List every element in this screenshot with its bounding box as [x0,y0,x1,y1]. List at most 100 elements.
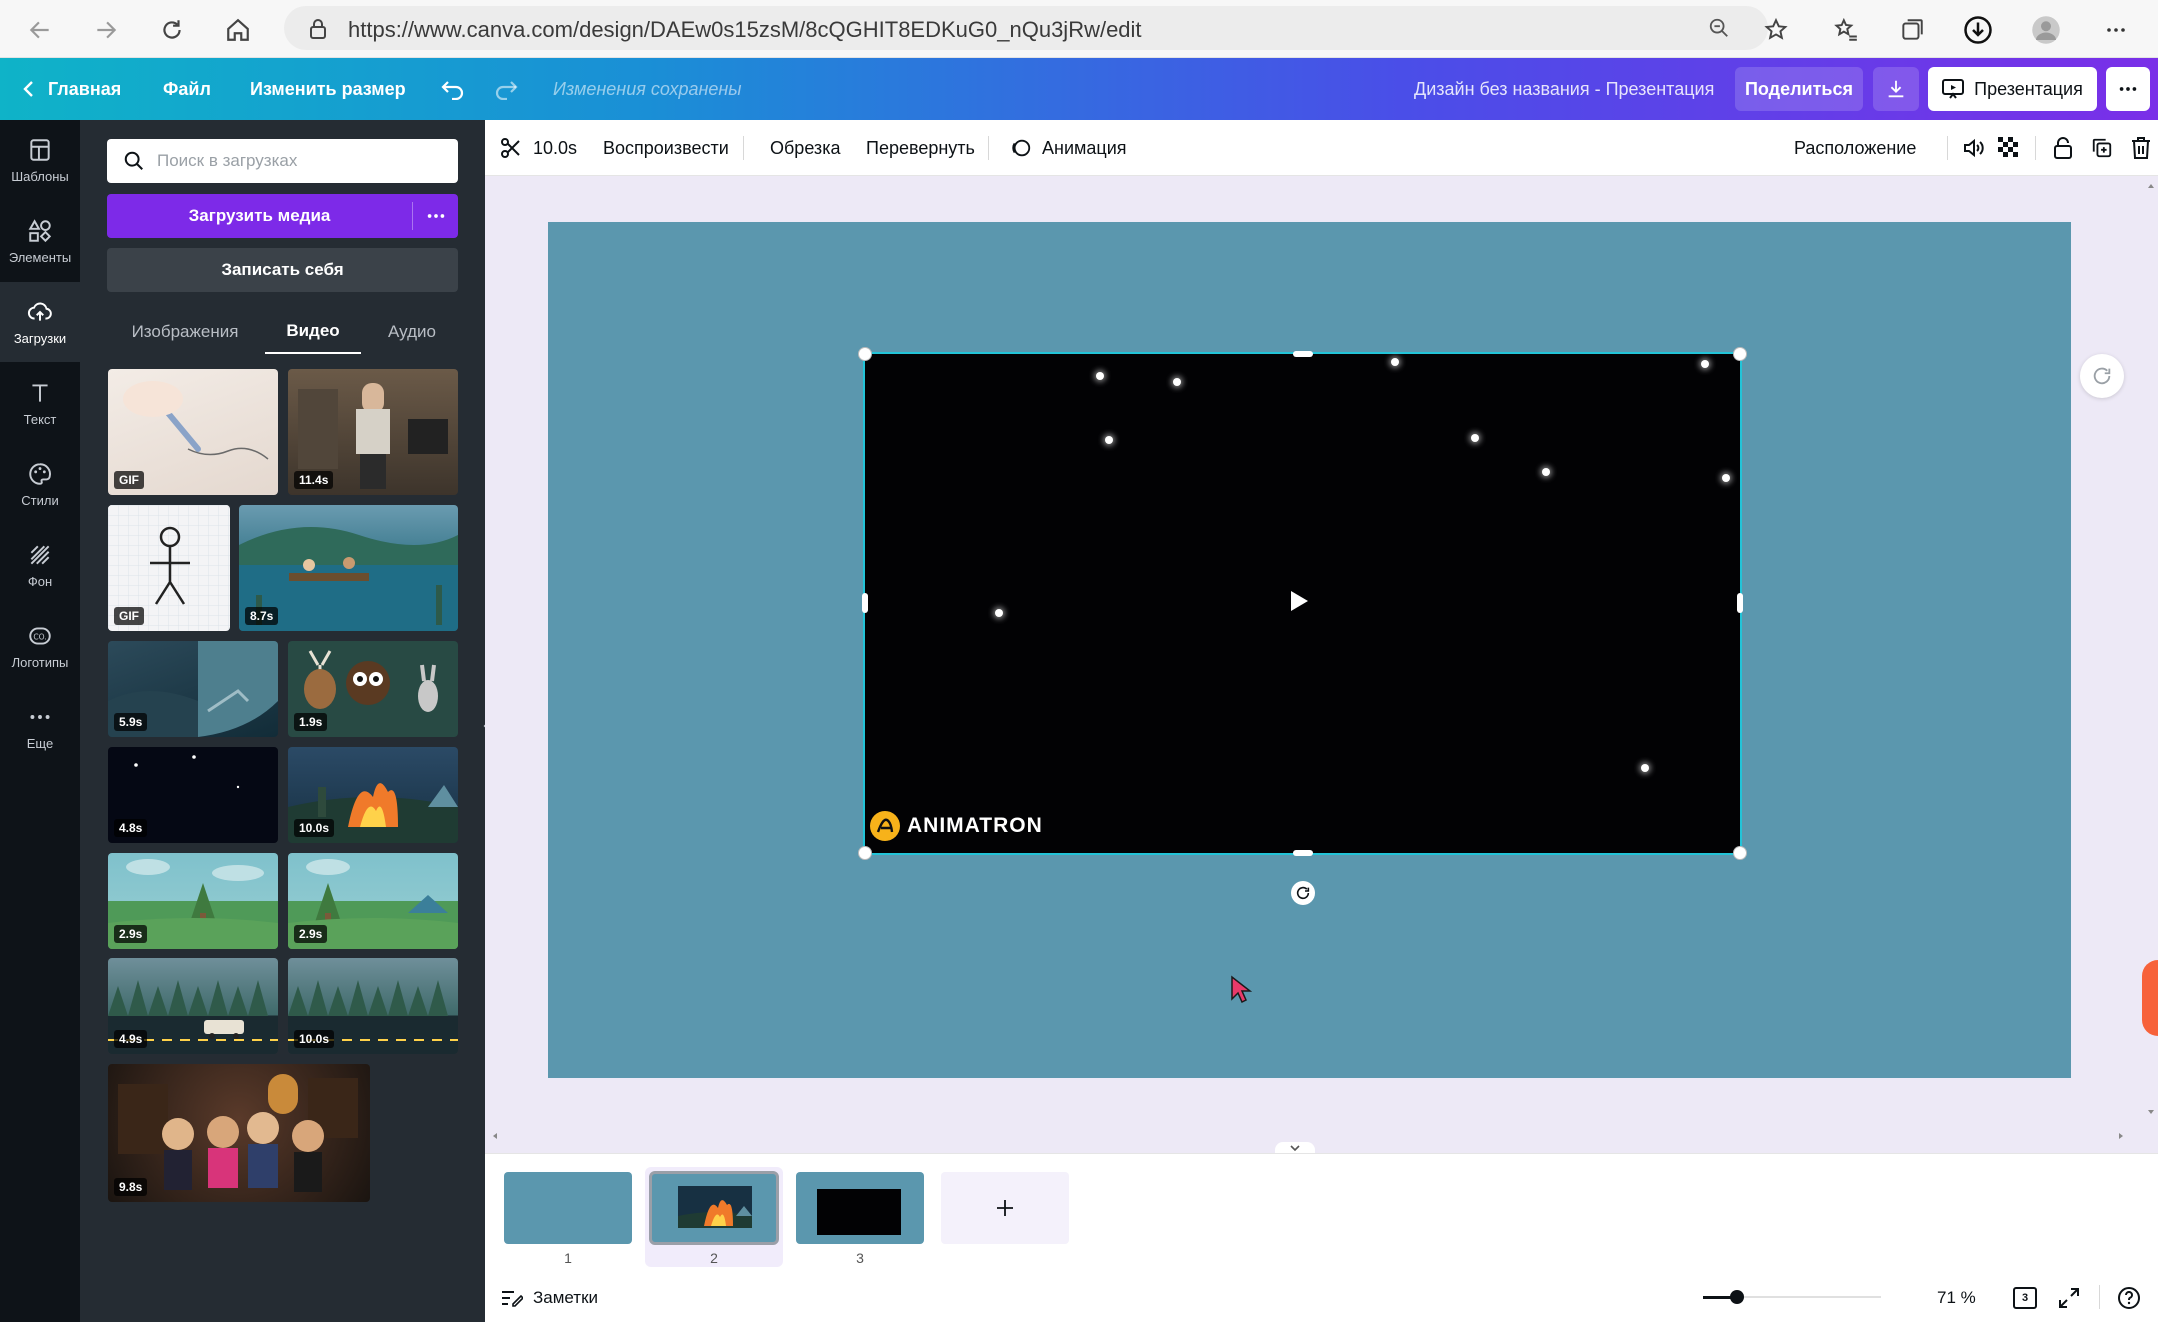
forward-icon[interactable] [88,12,124,48]
media-thumb[interactable]: 4.8s [108,747,278,843]
rail-item-more[interactable]: Еще [0,687,80,767]
resize-handle-right[interactable] [1737,593,1743,613]
rail-item-text[interactable]: Текст [0,363,80,443]
refresh-button[interactable] [2080,354,2124,398]
resize-button[interactable]: Изменить размер [250,58,406,120]
slide-thumb-3[interactable] [796,1172,924,1244]
add-favorite-icon[interactable] [1758,12,1794,48]
file-menu[interactable]: Файл [163,58,211,120]
help-icon[interactable] [2117,1273,2141,1322]
help-bubble-edge[interactable] [2142,960,2158,1036]
profile-avatar[interactable] [2028,12,2064,48]
share-button[interactable]: Поделиться [1735,67,1863,111]
rail-item-styles[interactable]: Стили [0,444,80,524]
media-thumb[interactable]: 11.4s [288,369,458,495]
media-thumb[interactable]: GIF [108,505,230,631]
divider [2035,136,2036,160]
lock-icon[interactable] [2052,120,2074,176]
rotate-handle[interactable] [1291,881,1315,905]
zoom-percent[interactable]: 71 % [1937,1273,1976,1322]
undo-icon[interactable] [440,58,466,120]
plus-icon [995,1198,1015,1218]
notes-label: Заметки [533,1287,599,1307]
media-thumb[interactable]: 10.0s [288,747,458,843]
media-thumb[interactable]: 4.9s [108,958,278,1054]
animation-button[interactable]: Анимация [1010,120,1127,176]
slide-number: 3 [856,1250,864,1266]
resize-handle-bottom-right[interactable] [1733,846,1747,860]
transparency-icon[interactable] [1998,120,2020,176]
more-options-button[interactable] [2106,67,2150,111]
media-thumb[interactable]: 2.9s [108,853,278,949]
rail-item-logos[interactable]: CO. Логотипы [0,606,80,686]
add-slide-button[interactable] [941,1172,1069,1244]
tab-video[interactable]: Видео [265,310,361,354]
browser-menu-icon[interactable] [2098,12,2134,48]
media-thumb[interactable]: 5.9s [108,641,278,737]
redo-icon[interactable] [493,58,519,120]
horizontal-scrollbar[interactable] [485,1130,2145,1142]
back-icon[interactable] [22,12,58,48]
zoom-slider[interactable] [1703,1273,1883,1322]
media-thumb[interactable]: GIF [108,369,278,495]
trim-duration-button[interactable]: 10.0s [499,120,577,176]
zoom-icon[interactable] [1708,17,1730,39]
design-title[interactable]: Дизайн без названия - Презентация [1414,58,1714,120]
page-count-button[interactable]: 3 [2013,1273,2037,1322]
position-button[interactable]: Расположение [1794,120,1916,176]
play-icon[interactable] [1288,589,1310,613]
media-thumb[interactable]: 8.7s [239,505,458,631]
fullscreen-icon[interactable] [2058,1273,2080,1322]
rail-item-templates[interactable]: Шаблоны [0,120,80,200]
favorites-icon[interactable] [1828,12,1864,48]
search-placeholder: Поиск в загрузках [157,151,298,170]
video-element[interactable]: ANIMATRON [863,352,1742,855]
record-yourself-button[interactable]: Записать себя [107,248,458,292]
duplicate-icon[interactable] [2091,120,2113,176]
notes-button[interactable]: Заметки [501,1273,598,1322]
media-thumb[interactable]: 10.0s [288,958,458,1054]
rail-item-uploads[interactable]: Загрузки [0,282,80,362]
reload-icon[interactable] [154,12,190,48]
zoom-thumb[interactable] [1730,1290,1744,1304]
slide-number: 2 [710,1250,718,1266]
play-button[interactable]: Воспроизвести [603,120,729,176]
resize-handle-bottom[interactable] [1293,850,1313,856]
volume-icon[interactable] [1961,120,1985,176]
zoom-out-icon[interactable] [1703,1296,1721,1299]
media-thumb[interactable]: 9.8s [108,1064,370,1202]
resize-handle-left[interactable] [862,593,868,613]
present-button[interactable]: Презентация [1928,67,2097,111]
delete-icon[interactable] [2130,120,2152,176]
rail-label: Еще [26,735,54,751]
collections-icon[interactable] [1894,12,1930,48]
slide-thumb-2[interactable] [649,1171,779,1245]
home-icon[interactable] [220,12,256,48]
upload-more-icon[interactable] [413,194,458,238]
slide-thumb-1[interactable] [504,1172,632,1244]
tab-images[interactable]: Изображения [107,310,263,354]
media-thumb[interactable]: 1.9s [288,641,458,737]
resize-handle-bottom-left[interactable] [858,846,872,860]
trim-button[interactable]: Обрезка [770,120,840,176]
more-icon [2117,78,2139,100]
resize-handle-top-left[interactable] [858,347,872,361]
flip-button[interactable]: Перевернуть [866,120,975,176]
resize-handle-top-right[interactable] [1733,347,1747,361]
rail-item-elements[interactable]: Элементы [0,201,80,281]
address-bar[interactable]: https://www.canva.com/design/DAEw0s15zsM… [284,6,1768,50]
resize-handle-top[interactable] [1293,351,1313,357]
lock-icon [308,18,328,40]
upload-media-button[interactable]: Загрузить медиа [107,194,458,238]
expand-pages-button[interactable] [1275,1142,1315,1153]
rotate-icon [1295,885,1311,901]
downloads-icon[interactable] [1960,12,1996,48]
search-input[interactable]: Поиск в загрузках [107,139,458,183]
rail-item-background[interactable]: Фон [0,525,80,605]
download-button[interactable] [1873,67,1919,111]
media-thumb[interactable]: 2.9s [288,853,458,949]
tab-audio[interactable]: Аудио [367,310,457,354]
home-button[interactable]: Главная [22,58,121,120]
saved-status: Изменения сохранены [553,78,742,99]
rail-label: Шаблоны [11,168,69,184]
